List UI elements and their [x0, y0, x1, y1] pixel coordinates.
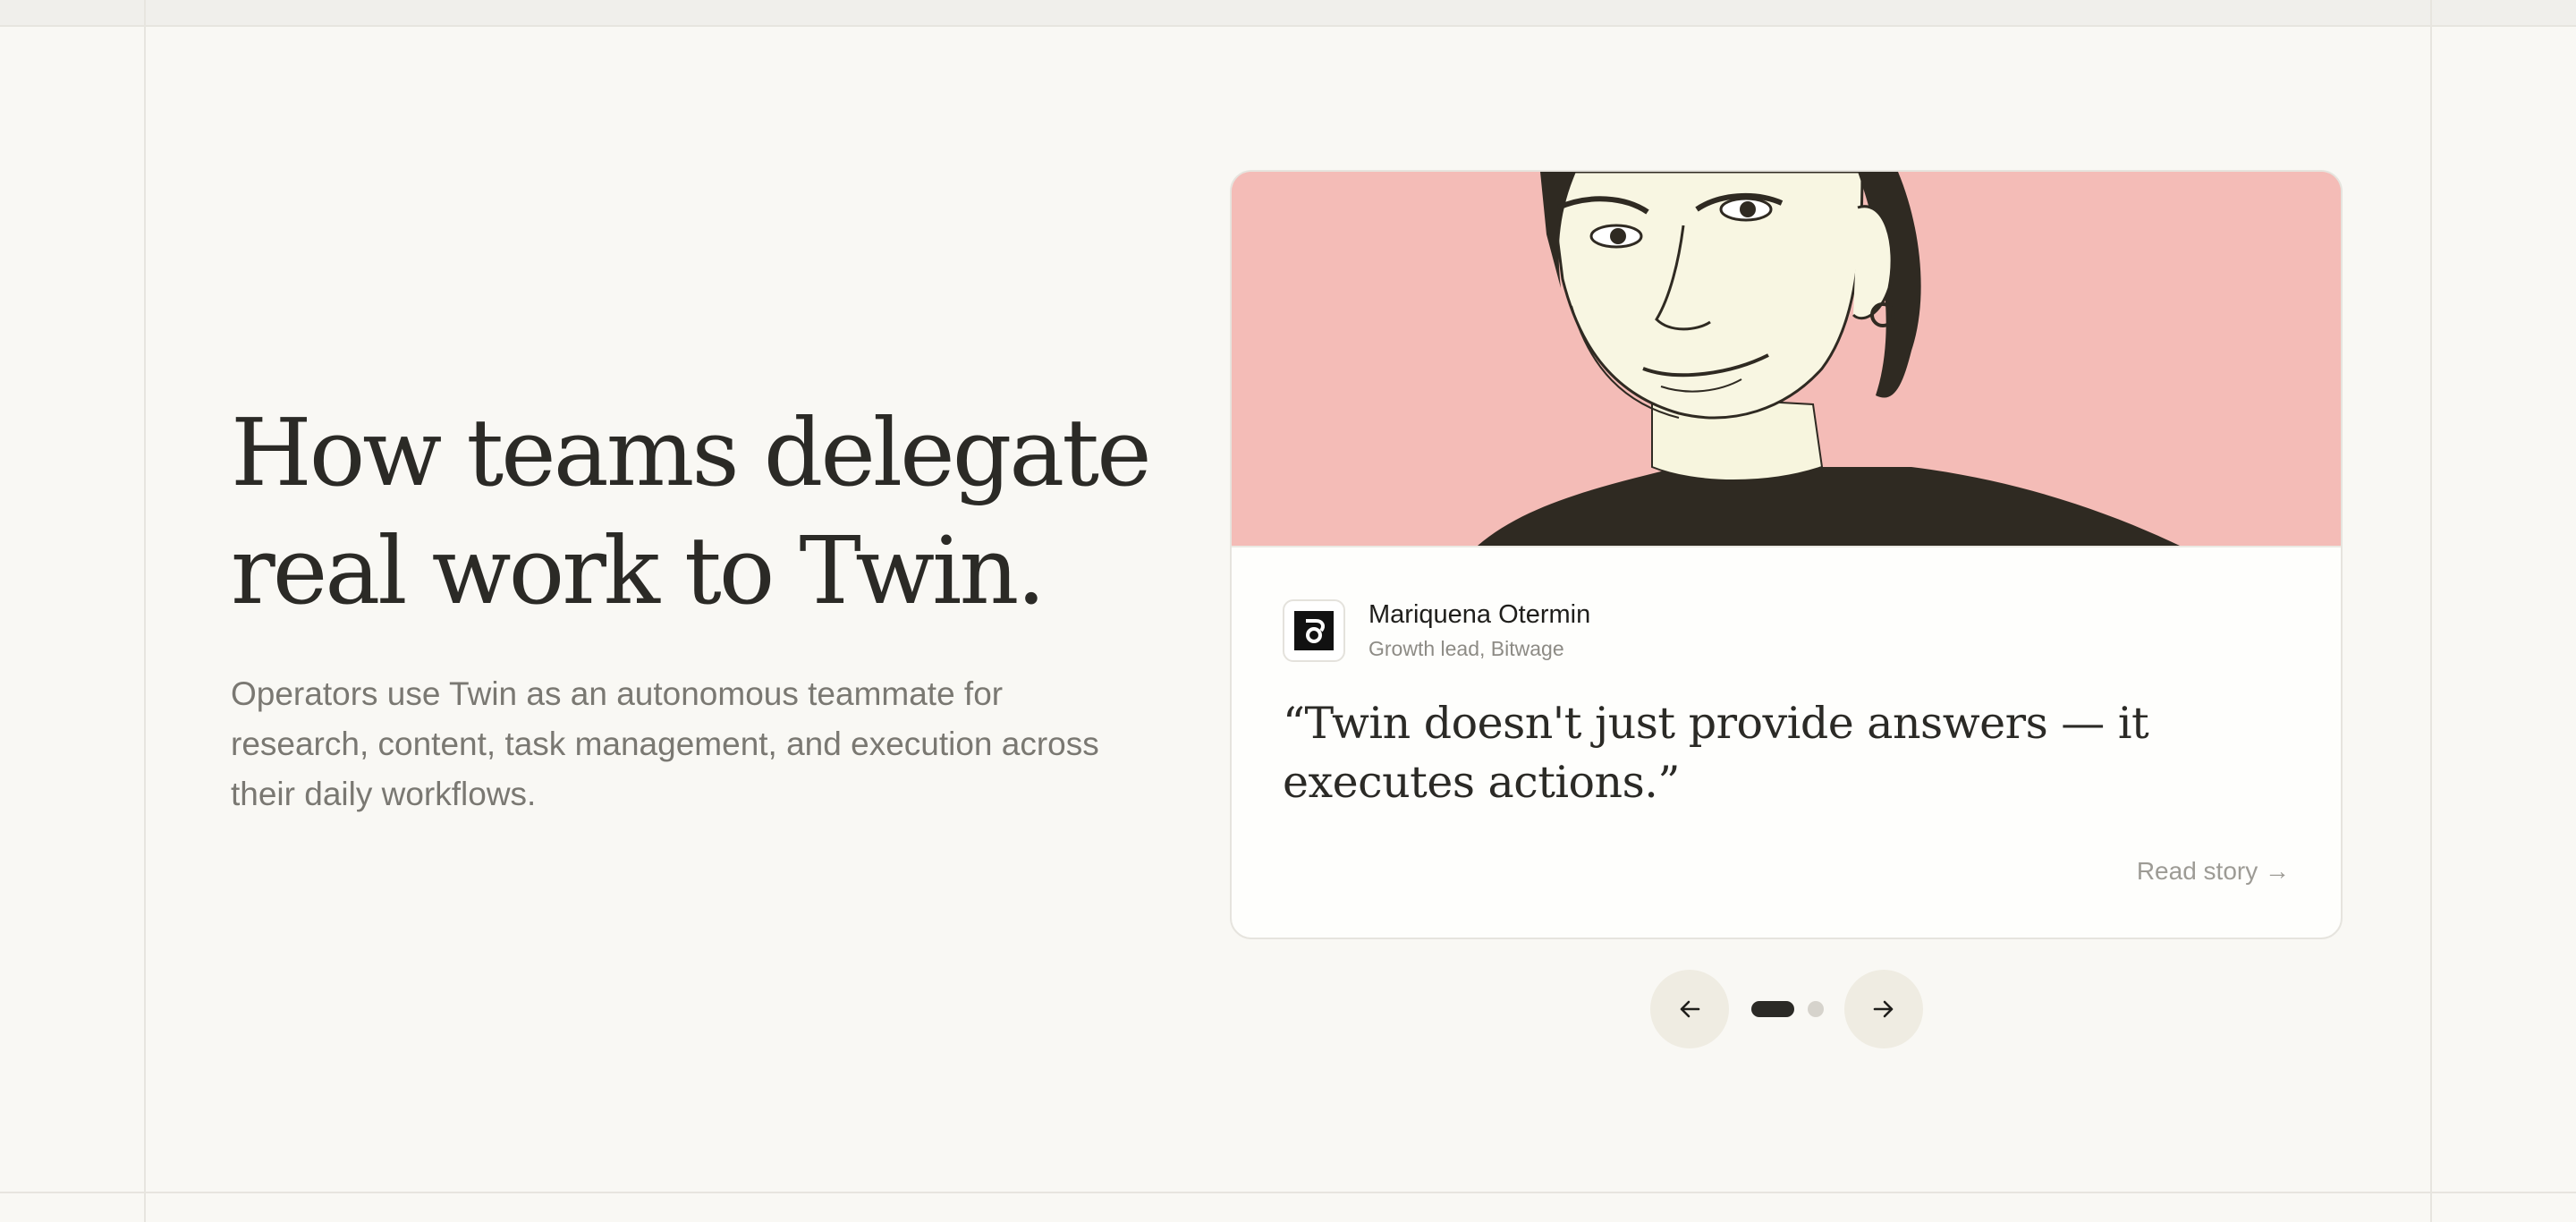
- testimonial-quote: “Twin doesn't just provide answers — it …: [1283, 698, 2149, 808]
- top-band: [0, 0, 2576, 27]
- left-guide-line: [144, 0, 146, 1222]
- bottom-guide-line: [0, 1192, 2576, 1193]
- portrait-illustration: [1232, 172, 2341, 546]
- next-slide-button[interactable]: [1844, 970, 1923, 1048]
- read-story-link[interactable]: Read story →: [2137, 853, 2290, 889]
- headline-line-2: real work to Twin.: [231, 516, 1046, 625]
- intro-paragraph: Operators use Twin as an autonomous team…: [231, 675, 1099, 812]
- right-guide-line: [2430, 0, 2432, 1222]
- arrow-left-icon: [1680, 1000, 1700, 1018]
- portrait-image: [1232, 172, 2341, 547]
- page-title: How teams delegate real work to Twin.: [231, 394, 1215, 630]
- bitwage-logo-icon: [1294, 611, 1334, 650]
- arrow-right-icon: [1873, 1000, 1894, 1018]
- testimonial-card: Mariquena Otermin Growth lead, Bitwage “…: [1230, 170, 2343, 939]
- author-name: Mariquena Otermin: [1368, 600, 1591, 629]
- author-role: Growth lead, Bitwage: [1368, 637, 1564, 660]
- carousel-dot-active[interactable]: [1751, 1001, 1794, 1017]
- company-logo: [1283, 599, 1345, 662]
- headline-line-1: How teams delegate: [231, 398, 1152, 507]
- previous-slide-button[interactable]: [1650, 970, 1729, 1048]
- carousel-dot[interactable]: [1808, 1001, 1824, 1017]
